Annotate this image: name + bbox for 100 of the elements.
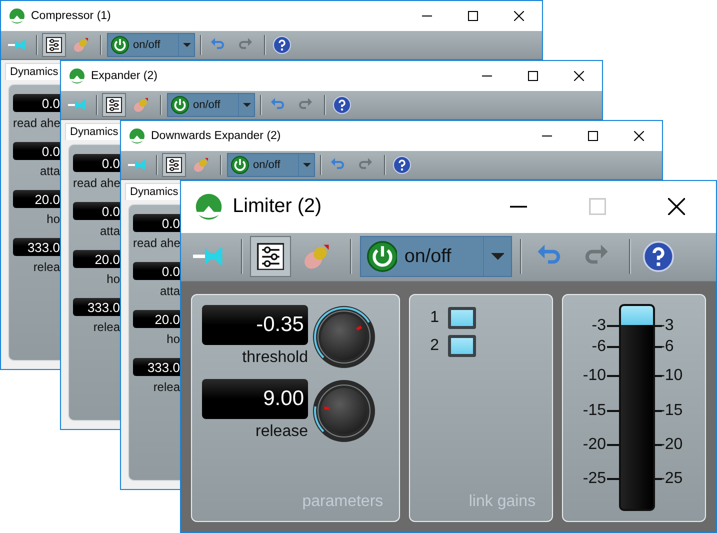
value-field[interactable]: 0.0 [133,262,180,280]
scale-label: -25 [582,470,606,488]
window-title: Compressor (1) [31,10,112,22]
app-icon [69,68,85,84]
knob-label: release [256,422,308,441]
close-icon [514,11,524,21]
minimize-icon [510,205,527,209]
value-field[interactable]: 0.0 [133,214,180,232]
value-field[interactable]: 333.0 [73,298,120,316]
knob-label: threshold [242,348,308,367]
pin-icon [8,39,26,51]
scale-label: -10 [660,366,683,385]
field-label: ho [106,272,120,286]
value-field[interactable]: 333.0 [13,238,60,256]
maximize-icon [588,198,606,216]
caret-icon [302,163,310,167]
power-button[interactable]: on/off [228,154,298,176]
value-field[interactable]: 20.0 [73,250,120,268]
scale-label: -20 [582,436,606,454]
app-icon [194,193,222,221]
help-icon [642,241,674,272]
value-field[interactable]: 0.0 [73,154,120,172]
eraser-icon [73,37,89,53]
value-field[interactable]: 0.0 [13,94,60,112]
tab[interactable]: Dynamics [125,183,180,200]
settings-button[interactable] [42,33,66,57]
scale-label: -10 [582,366,606,385]
window-title: Downwards Expander (2) [151,130,282,142]
help-button[interactable] [270,33,294,57]
minimize-icon [482,75,492,77]
maximize-icon [468,11,478,21]
field-label: read ahe [133,236,180,250]
app-icon [9,8,25,24]
power-icon [231,156,249,174]
scale-label: -6 [592,338,606,356]
power-button[interactable]: on/off [361,237,484,276]
minimize-icon [422,15,432,17]
scale-label: -20 [660,436,683,454]
field-label: read ahe [73,176,120,190]
value-field[interactable]: 20.0 [13,190,60,208]
scale-label: -3 [592,316,606,335]
pin-icon [128,159,146,171]
app-icon [129,128,145,144]
help-icon [393,156,411,174]
value-field[interactable]: 333.0 [133,358,180,376]
value-field[interactable]: -0.35 [202,304,308,345]
field-label: atta [38,164,60,178]
power-button[interactable]: on/off [168,94,238,116]
field-label: ho [46,212,60,226]
channel-label: 2 [430,336,440,355]
value-field[interactable]: 20.0 [133,310,180,328]
tab[interactable]: Dynamics [65,123,120,140]
value-field[interactable]: 9.00 [202,378,308,419]
value-field[interactable]: 0.0 [73,202,120,220]
dropdown-button[interactable] [238,94,254,116]
power-icon [171,96,189,114]
close-icon [574,71,584,81]
field-label: atta [158,284,180,298]
link-checkbox[interactable] [448,306,476,329]
dropdown-button[interactable] [178,34,194,56]
help-button[interactable] [390,153,414,177]
maximize-icon [588,131,598,141]
help-button[interactable] [330,93,354,117]
settings-button[interactable] [250,236,292,278]
field-label: relea [152,380,180,394]
power-icon [366,241,398,272]
field-label: ho [166,332,180,346]
sliders-icon [106,97,122,113]
power-icon [111,36,129,54]
knob[interactable] [312,304,376,369]
field-label: atta [98,224,120,238]
sliders-icon [46,37,62,53]
field-label: relea [92,320,120,334]
settings-button[interactable] [162,153,186,177]
maximize-icon [528,71,538,81]
window-title: Limiter (2) [232,195,323,218]
settings-button[interactable] [102,93,126,117]
caret-icon [242,103,250,107]
channel-label: 1 [430,308,440,327]
value-field[interactable]: 0.0 [13,142,60,160]
help-icon [333,96,351,114]
field-label: read ahe [13,116,60,130]
link-checkbox[interactable] [448,334,476,357]
caret-icon [490,253,504,260]
dropdown-button[interactable] [298,154,314,176]
field-label: relea [32,260,60,274]
knob[interactable] [312,378,376,443]
sliders-icon [166,157,182,173]
caret-icon [182,43,190,47]
close-icon [668,198,686,216]
help-icon [273,36,291,54]
eraser-icon [303,242,331,270]
power-button[interactable]: on/off [108,34,178,56]
pin-icon [68,99,86,111]
minimize-icon [542,135,552,137]
tab[interactable]: Dynamics [5,63,60,80]
eraser-icon [193,157,209,173]
close-icon [634,131,644,141]
pin-icon [193,246,224,267]
scale-label: -15 [660,402,683,420]
